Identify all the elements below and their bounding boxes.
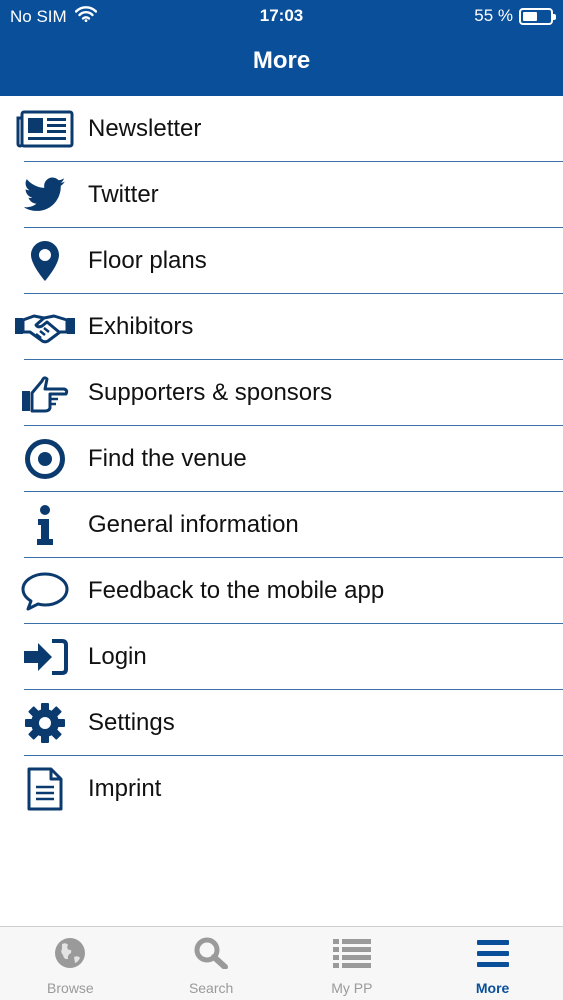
tab-more[interactable]: More <box>422 927 563 1000</box>
search-icon <box>194 937 229 974</box>
menu-item-login[interactable]: Login <box>0 624 563 690</box>
menu-item-feedback[interactable]: Feedback to the mobile app <box>0 558 563 624</box>
tab-label: Search <box>188 980 234 996</box>
tab-label: More <box>475 980 510 996</box>
status-bar: No SIM 17:03 55 % <box>0 0 563 34</box>
menu-item-floor-plans[interactable]: Floor plans <box>0 228 563 294</box>
speech-bubble-icon <box>14 569 76 613</box>
battery-icon <box>519 7 556 25</box>
menu-item-twitter[interactable]: Twitter <box>0 162 563 228</box>
gear-icon <box>14 701 76 745</box>
hamburger-icon <box>476 937 510 974</box>
tab-my-pp[interactable]: My PP <box>282 927 423 1000</box>
map-pin-icon <box>14 239 76 283</box>
twitter-bird-icon <box>14 173 76 217</box>
menu-item-label: Imprint <box>88 775 162 802</box>
list-icon <box>332 937 372 974</box>
menu-item-supporters-sponsors[interactable]: Supporters & sponsors <box>0 360 563 426</box>
menu-item-label: Settings <box>88 709 175 736</box>
tab-browse[interactable]: Browse <box>0 927 141 1000</box>
menu-item-label: Feedback to the mobile app <box>88 577 385 604</box>
newspaper-icon <box>14 107 76 151</box>
menu-item-settings[interactable]: Settings <box>0 690 563 756</box>
menu-item-label: Floor plans <box>88 247 207 274</box>
tab-search[interactable]: Search <box>141 927 282 1000</box>
info-icon <box>14 503 76 547</box>
menu-item-newsletter[interactable]: Newsletter <box>0 96 563 162</box>
menu-item-label: Exhibitors <box>88 313 194 340</box>
menu-item-label: General information <box>88 511 299 538</box>
globe-icon <box>54 937 86 974</box>
document-icon <box>14 767 76 811</box>
tab-label: My PP <box>331 980 373 996</box>
page-title: More <box>252 47 311 74</box>
tab-label: Browse <box>47 980 94 996</box>
menu-item-find-venue[interactable]: Find the venue <box>0 426 563 492</box>
pointing-hand-icon <box>14 371 76 415</box>
tab-bar: Browse Search My PP More <box>0 926 563 1000</box>
menu-item-imprint[interactable]: Imprint <box>0 756 563 822</box>
menu-item-label: Find the venue <box>88 445 247 472</box>
target-icon <box>14 437 76 481</box>
menu-item-label: Login <box>88 643 147 670</box>
menu-item-label: Twitter <box>88 181 159 208</box>
top-bar: No SIM 17:03 55 % More <box>0 0 563 96</box>
battery-percent: 55 % <box>474 6 513 25</box>
menu-item-label: Supporters & sponsors <box>88 379 333 406</box>
more-menu: Newsletter Twitter Floor plans Exhibitor… <box>0 96 563 822</box>
menu-item-general-information[interactable]: General information <box>0 492 563 558</box>
menu-item-label: Newsletter <box>88 115 202 142</box>
login-arrow-icon <box>14 635 76 679</box>
handshake-icon <box>14 305 76 349</box>
menu-item-exhibitors[interactable]: Exhibitors <box>0 294 563 360</box>
